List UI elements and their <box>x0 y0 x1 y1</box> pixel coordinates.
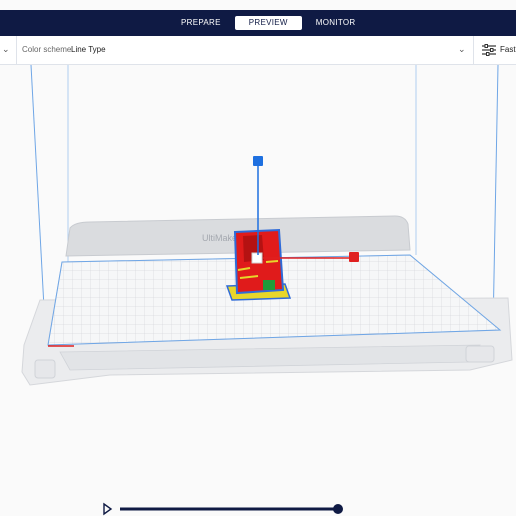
view-type-dropdown[interactable]: ⌄ <box>0 36 17 64</box>
simulation-controls <box>103 502 343 516</box>
tab-prepare[interactable]: PREPARE <box>167 16 235 30</box>
gizmo-z-handle[interactable] <box>253 156 263 166</box>
chevron-down-icon[interactable]: ⌄ <box>458 44 466 55</box>
view-toolbar: ⌄ Color scheme Line Type ⌄ Fast - <box>0 36 516 65</box>
sliders-icon <box>482 44 496 56</box>
printer-foot-left <box>34 359 56 379</box>
gizmo-x-handle[interactable] <box>349 252 359 262</box>
printer-foot-right <box>465 345 495 363</box>
stage-tabs: PREPARE PREVIEW MONITOR <box>167 16 369 30</box>
color-scheme-select[interactable]: Line Type <box>71 45 106 54</box>
tab-monitor[interactable]: MONITOR <box>302 16 370 30</box>
tab-preview[interactable]: PREVIEW <box>234 16 302 30</box>
chevron-down-icon: ⌄ <box>2 44 10 54</box>
model-support <box>263 280 275 290</box>
window-top-strip <box>0 0 516 10</box>
print-settings-button[interactable]: Fast - <box>473 36 516 64</box>
color-scheme-label: Color scheme <box>22 45 72 54</box>
model-selection-center[interactable] <box>251 252 263 264</box>
volume-edge-right <box>492 65 499 331</box>
layer-progress-thumb[interactable] <box>333 504 343 514</box>
profile-label: Fast - <box>500 45 516 54</box>
build-volume-viewport[interactable]: UltiMaker <box>0 65 516 500</box>
play-icon[interactable] <box>103 502 113 516</box>
